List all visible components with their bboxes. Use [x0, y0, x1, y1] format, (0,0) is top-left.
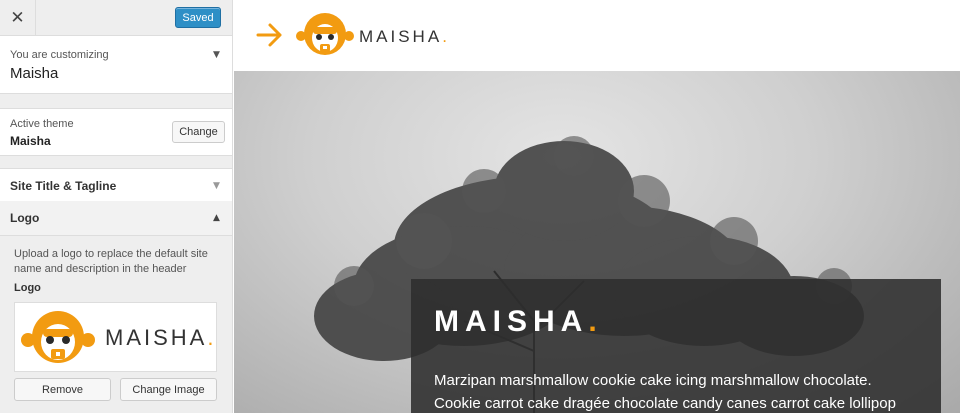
section-site-title-label: Site Title & Tagline	[10, 179, 117, 193]
caption-text-line-2: Cookie carrot cake dragée chocolate cand…	[434, 395, 896, 412]
section-site-title-tagline[interactable]: Site Title & Tagline ▼	[0, 168, 232, 202]
logo-preview: MAISHA.	[14, 302, 217, 372]
customizer-sidebar: ✕ Saved You are customizing Maisha ▼ Act…	[0, 0, 233, 413]
active-theme-name: Maisha	[10, 134, 51, 148]
site-header: MAISHA.	[234, 0, 960, 71]
caret-down-icon[interactable]: ▼	[213, 50, 220, 60]
section-logo[interactable]: Logo ▲	[0, 201, 232, 236]
logo-description: Upload a logo to replace the default sit…	[14, 248, 208, 275]
arrow-right-icon[interactable]	[256, 22, 284, 48]
monkey-logo-icon	[21, 311, 95, 363]
caret-up-icon: ▲	[213, 213, 220, 223]
change-image-button[interactable]: Change Image	[120, 378, 217, 401]
customizer-header: ✕ Saved	[0, 0, 232, 36]
caret-down-icon: ▼	[213, 181, 220, 191]
section-logo-label: Logo	[10, 211, 40, 225]
close-icon[interactable]: ✕	[0, 0, 36, 36]
site-preview: MAISHA. MAISHA. Marzipan marshmallow coo…	[234, 0, 960, 413]
site-brand[interactable]: MAISHA.	[359, 27, 450, 47]
caption-title: MAISHA.	[434, 305, 603, 338]
change-theme-button[interactable]: Change	[172, 121, 225, 143]
customizing-label: You are customizing	[10, 49, 109, 61]
caption-text-line-1: Marzipan marshmallow cookie cake icing m…	[434, 372, 872, 389]
logo-preview-brand: MAISHA.	[105, 325, 217, 350]
logo-section-body: Upload a logo to replace the default sit…	[0, 236, 232, 413]
active-theme-panel: Active theme Maisha Change	[0, 108, 232, 156]
logo-field-label: Logo	[14, 282, 41, 294]
hero-image: MAISHA. Marzipan marshmallow cookie cake…	[234, 71, 960, 413]
monkey-logo-icon	[296, 13, 354, 55]
caption-text: Marzipan marshmallow cookie cake icing m…	[434, 369, 934, 413]
customizing-title: Maisha	[10, 65, 59, 82]
active-theme-label: Active theme	[10, 118, 74, 130]
saved-button[interactable]: Saved	[175, 7, 221, 28]
remove-logo-button[interactable]: Remove	[14, 378, 111, 401]
hero-caption: MAISHA. Marzipan marshmallow cookie cake…	[411, 279, 941, 413]
customizing-info[interactable]: You are customizing Maisha ▼	[0, 36, 232, 94]
